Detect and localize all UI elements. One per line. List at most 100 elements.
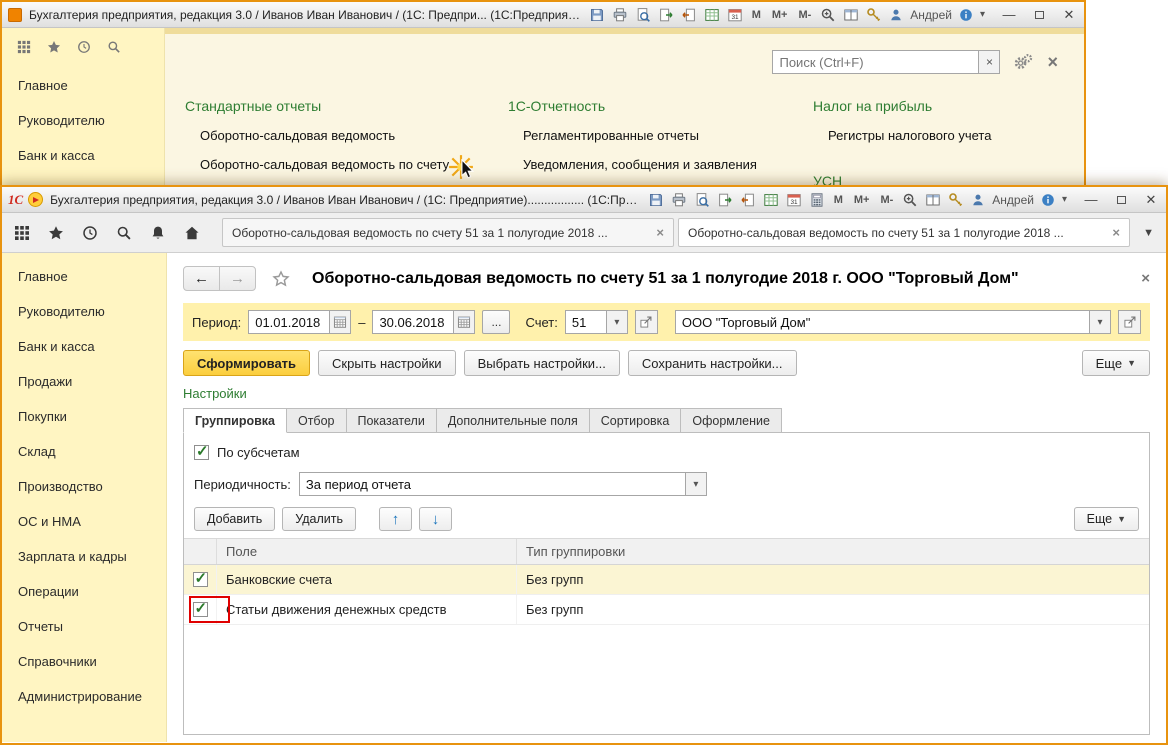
back-button[interactable]: ← [183,266,220,291]
tab-oformlenie[interactable]: Оформление [680,408,782,433]
account-input[interactable] [566,311,606,333]
maximize-button[interactable] [1112,192,1130,207]
row-checkbox[interactable] [193,572,208,587]
organization-open-button[interactable] [1118,310,1141,334]
main-menu-grid-icon[interactable] [17,40,31,54]
minimize-button[interactable]: — [1082,192,1100,207]
print-preview-icon[interactable] [694,192,710,208]
info-icon[interactable] [959,8,973,22]
sidebar-item-bank-i-kassa[interactable]: Банк и касса [2,329,166,364]
sidebar-item-administrirovanie[interactable]: Администрирование [2,679,166,714]
generate-button[interactable]: Сформировать [183,350,310,376]
calendar-icon[interactable] [786,192,802,208]
print-icon[interactable] [671,192,687,208]
search-icon[interactable] [107,40,121,54]
link-oborotno-saldovaya-vedomost[interactable]: Оборотно-сальдовая ведомость [200,128,395,143]
tab-close-icon[interactable]: × [1112,225,1120,240]
periodicity-dropdown-icon[interactable]: ▾ [685,473,706,495]
favorite-star-icon[interactable] [272,270,290,288]
favorites-star-icon[interactable] [48,225,64,241]
history-clock-icon[interactable] [82,225,98,241]
grid-more-button[interactable]: Еще▼ [1074,507,1139,531]
print-preview-icon[interactable] [635,7,651,23]
memory-m-minus-button[interactable]: М- [796,9,813,21]
memory-m-plus-button[interactable]: М+ [770,9,790,21]
account-open-button[interactable] [635,310,658,334]
tab-gruppirovka[interactable]: Группировка [183,408,287,433]
table-icon[interactable] [704,7,720,23]
more-button[interactable]: Еще▼ [1082,350,1150,376]
save-icon[interactable] [648,192,664,208]
print-icon[interactable] [612,7,628,23]
link-reglamentirovannye-otchety[interactable]: Регламентированные отчеты [523,128,699,143]
calendar-picker-icon[interactable] [329,311,350,333]
key-icon[interactable] [866,7,882,23]
search-clear-icon[interactable]: × [978,51,999,73]
forward-button[interactable]: → [219,266,256,291]
memory-m-button[interactable]: M [832,194,845,206]
search-icon[interactable] [116,225,132,241]
table-icon[interactable] [763,192,779,208]
sidebar-item-proizvodstvo[interactable]: Производство [2,469,166,504]
period-more-button[interactable]: ... [482,310,510,334]
date-to-input[interactable] [373,311,453,333]
save-icon[interactable] [589,7,605,23]
close-button[interactable]: ✕ [1060,7,1078,23]
sidebar-item-sklad[interactable]: Склад [2,434,166,469]
file-import-icon[interactable] [740,192,756,208]
file-import-icon[interactable] [681,7,697,23]
sidebar-item-prodazhi[interactable]: Продажи [2,364,166,399]
delete-button[interactable]: Удалить [282,507,356,531]
tab-dopolnitelnye-polya[interactable]: Дополнительные поля [436,408,590,433]
sidebar-item-bank-i-kassa[interactable]: Банк и касса [2,138,164,173]
sidebar-item-operatsii[interactable]: Операции [2,574,166,609]
document-tab-2[interactable]: Оборотно-сальдовая ведомость по счету 51… [678,218,1130,247]
hide-settings-button[interactable]: Скрыть настройки [318,350,456,376]
file-export-icon[interactable] [658,7,674,23]
move-down-button[interactable]: ↓ [419,507,452,531]
info-icon[interactable] [1041,193,1055,207]
tab-list-chevron-icon[interactable]: ▼ [1143,227,1154,239]
chevron-down-icon[interactable]: ▾ [980,9,985,20]
sidebar-item-otchety[interactable]: Отчеты [2,609,166,644]
memory-m-plus-button[interactable]: М+ [852,194,872,206]
zoom-icon[interactable] [820,7,836,23]
add-button[interactable]: Добавить [194,507,275,531]
user-icon[interactable] [889,8,903,22]
sidebar-item-rukovoditelyu[interactable]: Руководителю [2,294,166,329]
favorites-star-icon[interactable] [47,40,61,54]
home-icon[interactable] [184,225,200,241]
history-clock-icon[interactable] [77,40,91,54]
notifications-bell-icon[interactable] [150,225,166,241]
move-up-button[interactable]: ↑ [379,507,412,531]
panel-close-icon[interactable]: × [1047,52,1058,73]
window-split-icon[interactable] [843,7,859,23]
choose-settings-button[interactable]: Выбрать настройки... [464,350,620,376]
chevron-down-icon[interactable]: ▾ [1062,194,1067,205]
calendar-icon[interactable] [727,7,743,23]
calculator-icon[interactable] [809,192,825,208]
memory-m-minus-button[interactable]: М- [878,194,895,206]
tab-pokazateli[interactable]: Показатели [346,408,437,433]
sidebar-item-rukovoditelyu[interactable]: Руководителю [2,103,164,138]
link-registry-nalogovogo-ucheta[interactable]: Регистры налогового учета [828,128,991,143]
sidebar-item-glavnoe[interactable]: Главное [2,68,164,103]
maximize-button[interactable] [1030,7,1048,22]
calendar-picker-icon[interactable] [453,311,474,333]
tab-sortirovka[interactable]: Сортировка [589,408,682,433]
memory-m-button[interactable]: М [750,9,763,21]
periodicity-input[interactable] [300,473,685,495]
main-menu-grid-icon[interactable] [14,225,30,241]
sidebar-item-zarplata-i-kadry[interactable]: Зарплата и кадры [2,539,166,574]
document-tab-1[interactable]: Оборотно-сальдовая ведомость по счету 51… [222,218,674,247]
file-export-icon[interactable] [717,192,733,208]
sidebar-item-pokupki[interactable]: Покупки [2,399,166,434]
sidebar-item-os-i-nma[interactable]: ОС и НМА [2,504,166,539]
table-row[interactable]: Статьи движения денежных средств Без гру… [184,595,1149,625]
save-settings-button[interactable]: Сохранить настройки... [628,350,797,376]
minimize-button[interactable]: — [1000,7,1018,22]
tab-close-icon[interactable]: × [656,225,664,240]
row-checkbox[interactable] [193,602,208,617]
close-button[interactable]: ✕ [1142,192,1160,208]
organization-input[interactable] [676,311,1089,333]
